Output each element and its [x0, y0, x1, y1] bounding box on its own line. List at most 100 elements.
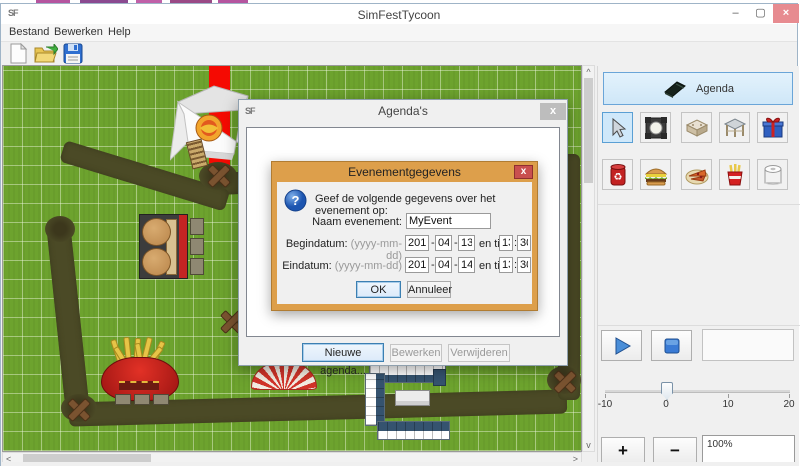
zoom-out-button[interactable]: −	[653, 437, 697, 464]
tool-scaffold-button[interactable]	[719, 112, 750, 143]
open-folder-icon	[34, 44, 58, 64]
pizza-icon	[685, 164, 709, 186]
maximize-button[interactable]: ▢	[748, 4, 773, 23]
start-year-input[interactable]	[405, 235, 429, 251]
save-icon	[63, 43, 83, 64]
tool-fries-button[interactable]	[719, 159, 750, 190]
stand-awning	[179, 215, 187, 278]
save-button[interactable]	[63, 43, 83, 64]
application-window: SF SimFestTycoon – ▢ × Bestand Bewerken …	[0, 0, 800, 467]
event-name-input[interactable]	[406, 213, 491, 229]
barrier-column[interactable]	[365, 373, 385, 426]
stop-icon	[663, 337, 681, 355]
ok-button[interactable]: OK	[356, 281, 401, 298]
end-month-input[interactable]	[435, 257, 452, 273]
delete-agenda-button[interactable]: Verwijderen	[448, 344, 510, 362]
barrier-post	[433, 369, 446, 386]
scroll-down-icon[interactable]: v	[583, 440, 594, 450]
scrollbar-thumb[interactable]	[584, 78, 593, 183]
slider-label: 20	[783, 399, 794, 410]
event-dialog-title: Evenementgegevens	[272, 165, 537, 179]
path-cross-marker	[551, 368, 577, 394]
question-icon: ?	[284, 189, 307, 212]
menu-bewerken[interactable]: Bewerken	[54, 26, 103, 38]
zoom-in-button[interactable]: +	[601, 437, 645, 464]
toilet-roll-icon	[762, 163, 784, 187]
agendas-close-button[interactable]: x	[540, 103, 566, 120]
end-date-label: Eindatum: (yyyy-mm-dd)	[277, 260, 402, 272]
end-minute-input[interactable]	[517, 257, 531, 273]
select-cursor-icon	[607, 117, 629, 139]
burger-top	[142, 218, 171, 246]
event-close-button[interactable]: x	[514, 165, 533, 179]
new-document-icon	[9, 43, 28, 64]
barrier-row[interactable]	[377, 421, 450, 440]
burger-top	[142, 248, 171, 276]
zoom-level-field[interactable]: 100%	[702, 435, 795, 465]
tool-stage-button[interactable]	[681, 112, 712, 143]
edit-agenda-button[interactable]: Bewerken	[390, 344, 442, 362]
scaffold-icon	[723, 117, 747, 139]
end-hour-input[interactable]	[499, 257, 513, 273]
path-corner	[45, 216, 75, 242]
sidebar-divider	[598, 325, 800, 326]
tool-trash-button[interactable]: ♻	[602, 159, 633, 190]
start-hour-input[interactable]	[499, 235, 513, 251]
speed-slider-track[interactable]	[605, 390, 790, 393]
market-table[interactable]	[395, 390, 430, 406]
svg-text:?: ?	[292, 193, 300, 208]
agenda-button-label: Agenda	[696, 83, 734, 95]
trash-bin-icon: ♻	[608, 163, 628, 187]
event-dialog: Evenementgegevens x ? Geef de volgende g…	[271, 161, 538, 311]
slider-tick	[728, 394, 729, 398]
play-button[interactable]	[601, 330, 642, 361]
cancel-button[interactable]: Annuleer	[407, 281, 451, 298]
burger-stand[interactable]	[139, 214, 188, 279]
agenda-book-icon	[662, 79, 686, 99]
title-bar[interactable]: SF SimFestTycoon – ▢ ×	[1, 4, 797, 24]
slider-label: -10	[598, 399, 612, 410]
scroll-up-icon[interactable]: ^	[583, 67, 594, 77]
tool-pizza-button[interactable]	[681, 159, 712, 190]
start-day-input[interactable]	[458, 235, 475, 251]
open-button[interactable]	[34, 44, 58, 64]
slider-label: 0	[663, 399, 669, 410]
toolbar	[1, 42, 797, 66]
path-cross-marker	[65, 396, 91, 422]
tool-toilet-button[interactable]	[757, 159, 788, 190]
path-left	[46, 223, 90, 412]
event-dialog-body: ? Geef de volgende gegevens over het eve…	[277, 182, 532, 304]
svg-text:♻: ♻	[613, 172, 622, 183]
new-document-button[interactable]	[9, 43, 28, 64]
tool-gift-button[interactable]	[757, 112, 788, 143]
minimize-button[interactable]: –	[723, 4, 748, 23]
fries-counter	[119, 381, 159, 390]
start-month-input[interactable]	[435, 235, 452, 251]
bench[interactable]	[190, 218, 204, 275]
stop-button[interactable]	[651, 330, 692, 361]
menu-help[interactable]: Help	[108, 26, 131, 38]
tool-select-cursor-button[interactable]	[602, 112, 633, 143]
slider-label: 10	[722, 399, 733, 410]
menu-bestand[interactable]: Bestand	[9, 26, 49, 38]
start-minute-input[interactable]	[517, 235, 531, 251]
new-agenda-button[interactable]: Nieuwe agenda...	[302, 343, 384, 362]
name-label: Naam evenement:	[277, 216, 402, 228]
speed-slider-thumb[interactable]	[661, 382, 673, 400]
window-bottom-edge	[1, 462, 797, 466]
close-button[interactable]: ×	[773, 4, 799, 23]
gift-icon	[761, 116, 785, 140]
stage-icon	[685, 117, 709, 139]
tool-spotlight-button[interactable]	[640, 112, 671, 143]
burger-icon	[644, 164, 668, 186]
sidebar-divider	[598, 204, 800, 205]
bench[interactable]	[115, 394, 169, 405]
vertical-scrollbar[interactable]: ^ v	[582, 65, 595, 452]
slider-tick	[605, 394, 606, 398]
slider-tick	[789, 394, 790, 398]
end-day-input[interactable]	[458, 257, 475, 273]
end-year-input[interactable]	[405, 257, 429, 273]
agenda-button[interactable]: Agenda	[603, 72, 793, 105]
tool-burger-button[interactable]	[640, 159, 671, 190]
menu-bar: Bestand Bewerken Help	[1, 24, 797, 42]
